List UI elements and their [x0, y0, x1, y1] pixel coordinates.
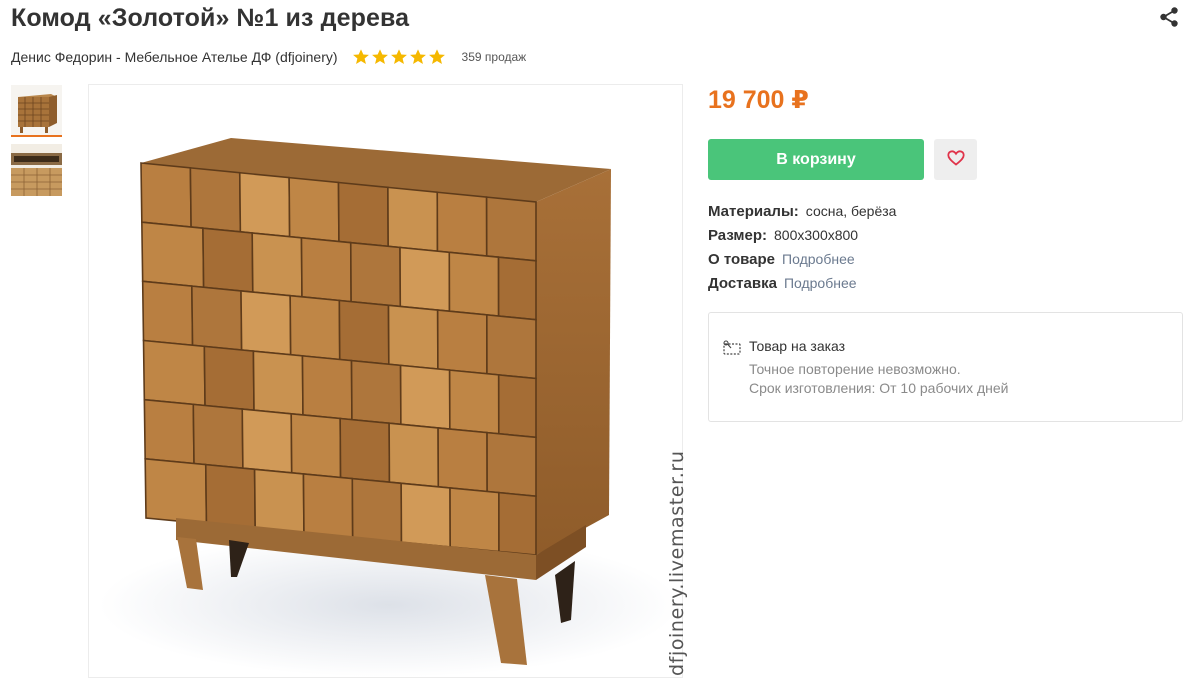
materials-row: Материалы: сосна, берёза: [708, 203, 896, 220]
star-icon: [390, 49, 407, 65]
scissors-pattern-icon: [722, 340, 742, 356]
made-to-order-box: Товар на заказ Точное повторение невозмо…: [708, 312, 1183, 422]
seller-row: Денис Федорин - Мебельное Ателье ДФ (dfj…: [11, 48, 526, 66]
made-to-order-title: Товар на заказ: [749, 338, 846, 354]
star-icon: [371, 49, 388, 65]
thumbnail-2[interactable]: [11, 144, 62, 196]
image-watermark: dfjoinery.livemaster.ru: [666, 450, 688, 677]
delivery-label: Доставка: [708, 275, 777, 292]
about-more-link[interactable]: Подробнее: [782, 251, 855, 267]
size-label: Размер:: [708, 227, 768, 244]
order-note-2: Срок изготовления: От 10 рабочих дней: [749, 380, 1009, 396]
delivery-more-link[interactable]: Подробнее: [784, 275, 857, 291]
about-label: О товаре: [708, 251, 776, 268]
star-icon: [352, 49, 369, 65]
add-to-cart-button[interactable]: В корзину: [708, 139, 924, 180]
sales-count: 359 продаж: [461, 50, 527, 64]
order-note-1: Точное повторение невозможно.: [749, 361, 961, 377]
star-icon: [428, 49, 445, 65]
product-price: 19 700 ₽: [708, 86, 809, 114]
delivery-row: Доставка Подробнее: [708, 275, 857, 292]
about-row: О товаре Подробнее: [708, 251, 855, 268]
size-row: Размер: 800x300x800: [708, 227, 858, 244]
star-icon: [409, 49, 426, 65]
share-icon[interactable]: [1158, 6, 1180, 28]
thumbnail-1[interactable]: [11, 85, 62, 137]
seller-link[interactable]: Денис Федорин - Мебельное Ателье ДФ (dfj…: [11, 49, 338, 65]
rating-stars: [352, 48, 446, 66]
product-main-image[interactable]: [88, 84, 683, 678]
heart-icon: [946, 150, 965, 169]
materials-label: Материалы:: [708, 203, 799, 220]
favorite-button[interactable]: [934, 139, 977, 180]
product-title: Комод «Золотой» №1 из дерева: [11, 4, 410, 32]
size-value: 800x300x800: [774, 227, 859, 243]
materials-value: сосна, берёза: [805, 203, 897, 219]
